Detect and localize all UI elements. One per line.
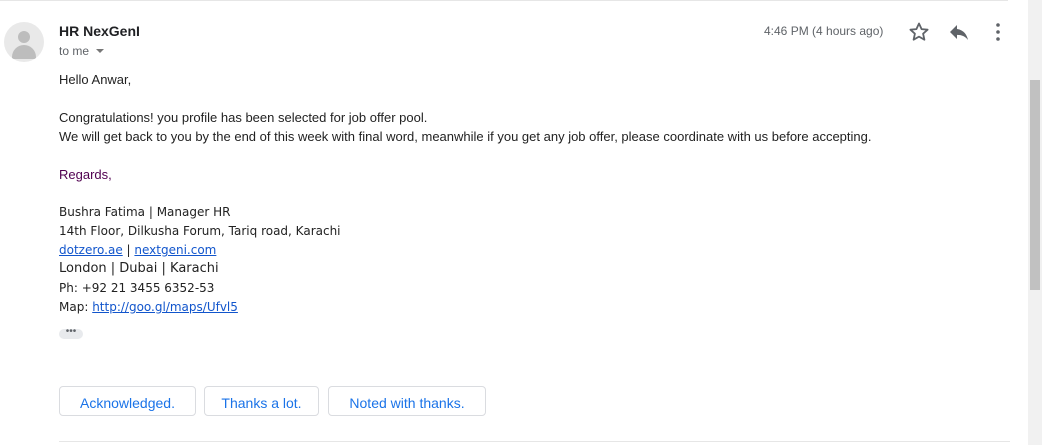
show-trimmed-content-button[interactable]: ••• [59, 327, 83, 339]
person-icon [18, 31, 30, 43]
top-divider [0, 0, 1008, 1]
message-line-1: Congratulations! you profile has been se… [59, 110, 428, 125]
link-nextgeni[interactable]: nextgeni.com [134, 243, 216, 257]
star-icon[interactable] [907, 20, 931, 44]
vertical-scrollbar[interactable] [1028, 0, 1042, 445]
sender-avatar[interactable] [4, 22, 44, 62]
map-label: Map: [59, 300, 89, 314]
greeting-text: Hello Anwar, [59, 72, 132, 87]
sender-name[interactable]: HR NexGenI [59, 23, 140, 39]
link-separator: | [126, 243, 131, 257]
bottom-divider [59, 441, 1010, 442]
signature-links: dotzero.ae | nextgeni.com [59, 243, 216, 257]
smart-reply-acknowledged[interactable]: Acknowledged. [59, 386, 196, 416]
reply-icon[interactable] [947, 20, 971, 44]
signature-map: Map: http://goo.gl/maps/Ufvl5 [59, 300, 238, 314]
signature-name-title: Bushra Fatima | Manager HR [59, 205, 231, 219]
map-link[interactable]: http://goo.gl/maps/Ufvl5 [92, 300, 238, 314]
message-line-2: We will get back to you by the end of th… [59, 129, 872, 144]
link-dotzero[interactable]: dotzero.ae [59, 243, 123, 257]
signature-address: 14th Floor, Dilkusha Forum, Tariq road, … [59, 224, 341, 238]
regards-text: Regards, [59, 167, 112, 182]
signature-cities: London | Dubai | Karachi [59, 261, 219, 276]
more-vert-icon[interactable] [986, 20, 1010, 44]
recipient-label[interactable]: to me [59, 44, 89, 58]
scrollbar-thumb[interactable] [1030, 80, 1040, 290]
smart-reply-thanks[interactable]: Thanks a lot. [204, 386, 319, 416]
signature-phone: Ph: +92 21 3455 6352-53 [59, 281, 215, 295]
smart-reply-noted[interactable]: Noted with thanks. [328, 386, 486, 416]
caret-down-icon[interactable] [96, 49, 104, 53]
message-time: 4:46 PM (4 hours ago) [764, 24, 884, 38]
